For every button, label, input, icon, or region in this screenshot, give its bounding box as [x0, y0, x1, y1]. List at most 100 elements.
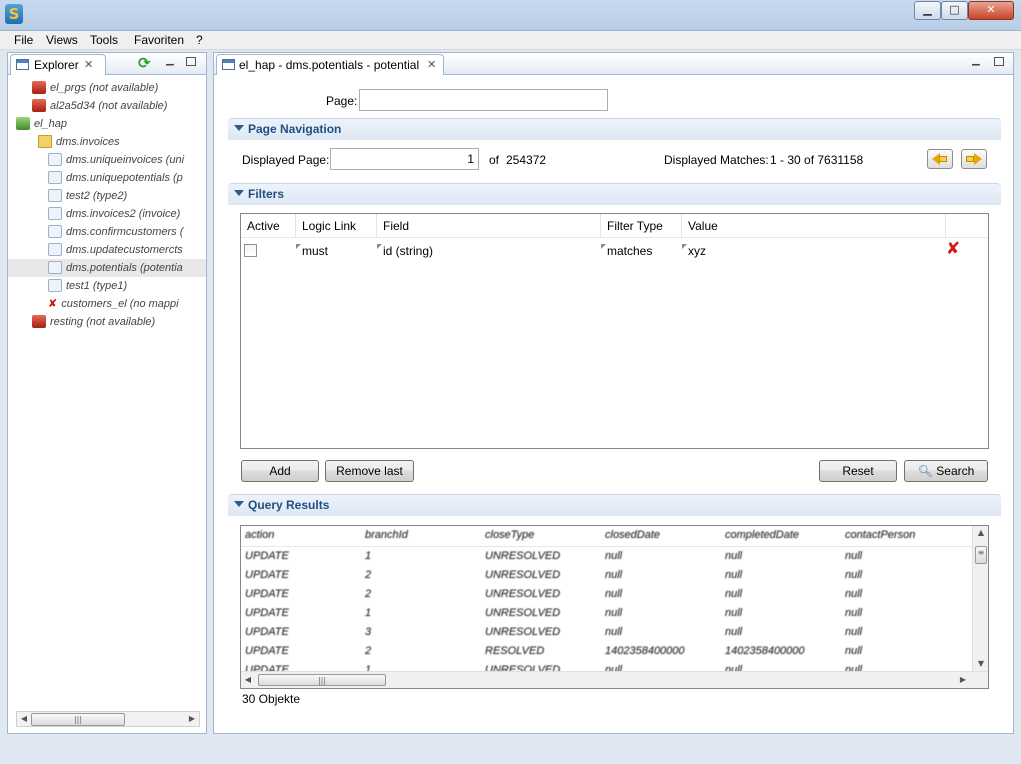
collapse-triangle-icon[interactable] [234, 125, 244, 131]
explorer-view-icon [16, 59, 29, 70]
explorer-tree: el_prgs (not available) al2a5d34 (not ava… [8, 79, 206, 349]
editor-view-icon [222, 59, 235, 70]
scrollbar-thumb[interactable]: ||| [31, 713, 125, 726]
results-column-header[interactable]: contactPerson [845, 529, 915, 547]
scroll-right-icon[interactable]: ▶ [956, 673, 970, 687]
maximize-view-icon[interactable] [994, 57, 1004, 66]
tree-item[interactable]: dms.updatecustomercts [8, 241, 206, 259]
db-error-icon [32, 81, 46, 94]
tree-item-label: el_hap [34, 117, 68, 130]
page-input[interactable] [359, 89, 608, 111]
minimize-view-icon[interactable]: ▁ [972, 56, 983, 66]
page-label: Page: [326, 94, 358, 108]
menu-help[interactable]: ? [196, 33, 203, 47]
field-cell[interactable]: id (string) [377, 244, 601, 262]
search-button[interactable]: 🔍︎ Search [904, 460, 988, 482]
scroll-left-icon[interactable]: ◀ [241, 673, 255, 687]
column-header-active[interactable]: Active [241, 214, 296, 238]
active-checkbox[interactable] [244, 244, 257, 257]
refresh-icon[interactable]: ⟳ [138, 54, 151, 72]
collapse-triangle-icon[interactable] [234, 190, 244, 196]
type-icon [48, 207, 62, 220]
results-cell: 1 [365, 550, 372, 562]
column-header-filter-type[interactable]: Filter Type [601, 214, 682, 238]
maximize-button[interactable]: □ [941, 1, 968, 20]
table-row[interactable]: UPDATE 1 UNRESOLVED null null null [241, 548, 972, 567]
results-vertical-scrollbar[interactable]: ▲ ≡ ▼ [972, 526, 988, 671]
table-row[interactable]: UPDATE 2 RESOLVED 1402358400000 140235840000… [241, 643, 972, 662]
table-row[interactable]: UPDATE 1 UNRESOLVED null null null [241, 605, 972, 624]
filter-type-cell[interactable]: matches [601, 244, 682, 262]
db-error-icon [32, 315, 46, 328]
value-cell[interactable]: xyz [682, 244, 882, 262]
scroll-down-icon[interactable]: ▼ [974, 657, 988, 671]
tree-item[interactable]: dms.invoices2 (invoice) [8, 205, 206, 223]
next-page-button[interactable] [961, 149, 987, 169]
scroll-right-icon[interactable]: ▶ [185, 712, 199, 726]
results-cell: 1 [365, 607, 372, 619]
tree-item-label: al2a5d34 (not available) [50, 99, 168, 112]
results-cell: null [725, 607, 743, 619]
close-icon[interactable]: ✕ [427, 58, 436, 71]
explorer-horizontal-scrollbar[interactable]: ◀ ||| ▶ [16, 711, 200, 727]
minimize-view-icon[interactable]: ▁ [166, 56, 177, 66]
results-cell: RESOLVED [485, 645, 545, 657]
results-cell: UNRESOLVED [485, 569, 561, 581]
minimize-button[interactable]: ▁ [914, 1, 941, 20]
collapse-triangle-icon[interactable] [234, 501, 244, 507]
table-row[interactable]: UPDATE 3 UNRESOLVED null null null [241, 624, 972, 643]
delete-filter-icon[interactable]: ✘ [946, 239, 960, 259]
editor-tab-label: el_hap - dms.potentials - potential [239, 58, 420, 72]
tree-item[interactable]: resting (not available) [8, 313, 206, 331]
scroll-up-icon[interactable]: ▲ [974, 526, 988, 540]
tree-item[interactable]: ✘ customers_el (no mappi [8, 295, 206, 313]
tree-item[interactable]: dms.confirmcustomers ( [8, 223, 206, 241]
column-header-value[interactable]: Value [682, 214, 946, 238]
tree-item[interactable]: el_hap [8, 115, 206, 133]
reset-button[interactable]: Reset [819, 460, 897, 482]
scrollbar-thumb[interactable]: ≡ [975, 546, 987, 564]
add-button[interactable]: Add [241, 460, 319, 482]
results-column-header[interactable]: branchId [365, 529, 408, 547]
results-cell: null [725, 550, 743, 562]
editor-tab[interactable]: el_hap - dms.potentials - potential ✕ [216, 54, 444, 75]
menu-views[interactable]: Views [46, 33, 78, 47]
previous-page-button[interactable] [927, 149, 953, 169]
tree-item[interactable]: test1 (type1) [8, 277, 206, 295]
menu-file[interactable]: File [14, 33, 33, 47]
column-header-field[interactable]: Field [377, 214, 601, 238]
explorer-tab[interactable]: Explorer ✕ [10, 54, 106, 75]
results-column-header[interactable]: closedDate [605, 529, 660, 547]
tree-item[interactable]: al2a5d34 (not available) [8, 97, 206, 115]
tree-item[interactable]: test2 (type2) [8, 187, 206, 205]
results-column-header[interactable]: action [245, 529, 274, 547]
table-row[interactable]: UPDATE 2 UNRESOLVED null null null [241, 586, 972, 605]
menu-favoriten[interactable]: Favoriten [134, 33, 184, 47]
table-row[interactable]: UPDATE 2 UNRESOLVED null null null [241, 567, 972, 586]
query-results-header[interactable]: Query Results [228, 494, 1001, 516]
scroll-left-icon[interactable]: ◀ [17, 712, 31, 726]
tree-item[interactable]: el_prgs (not available) [8, 79, 206, 97]
close-icon[interactable]: ✕ [84, 58, 93, 71]
page-navigation-header[interactable]: Page Navigation [228, 118, 1001, 140]
tree-item[interactable]: dms.uniqueinvoices (uni [8, 151, 206, 169]
result-count: 30 Objekte [242, 692, 301, 706]
close-window-button[interactable]: ✕ [968, 1, 1014, 20]
results-column-header[interactable]: closeType [485, 529, 534, 547]
displayed-page-input[interactable] [330, 148, 479, 170]
maximize-view-icon[interactable] [186, 57, 196, 66]
filters-header[interactable]: Filters [228, 183, 1001, 205]
results-cell: null [605, 569, 623, 581]
logic-link-cell[interactable]: must [296, 244, 377, 262]
menu-tools[interactable]: Tools [90, 33, 118, 47]
results-horizontal-scrollbar[interactable]: ◀ ||| ▶ [241, 671, 988, 688]
tree-item[interactable]: dms.potentials (potentia [8, 259, 206, 277]
remove-last-button[interactable]: Remove last [325, 460, 414, 482]
tree-item[interactable]: dms.invoices [8, 133, 206, 151]
displayed-page-label: Displayed Page: [242, 153, 330, 167]
results-cell: 2 [365, 645, 372, 657]
scrollbar-thumb[interactable]: ||| [258, 674, 386, 686]
tree-item[interactable]: dms.uniquepotentials (p [8, 169, 206, 187]
column-header-logic-link[interactable]: Logic Link [296, 214, 377, 238]
results-column-header[interactable]: completedDate [725, 529, 799, 547]
